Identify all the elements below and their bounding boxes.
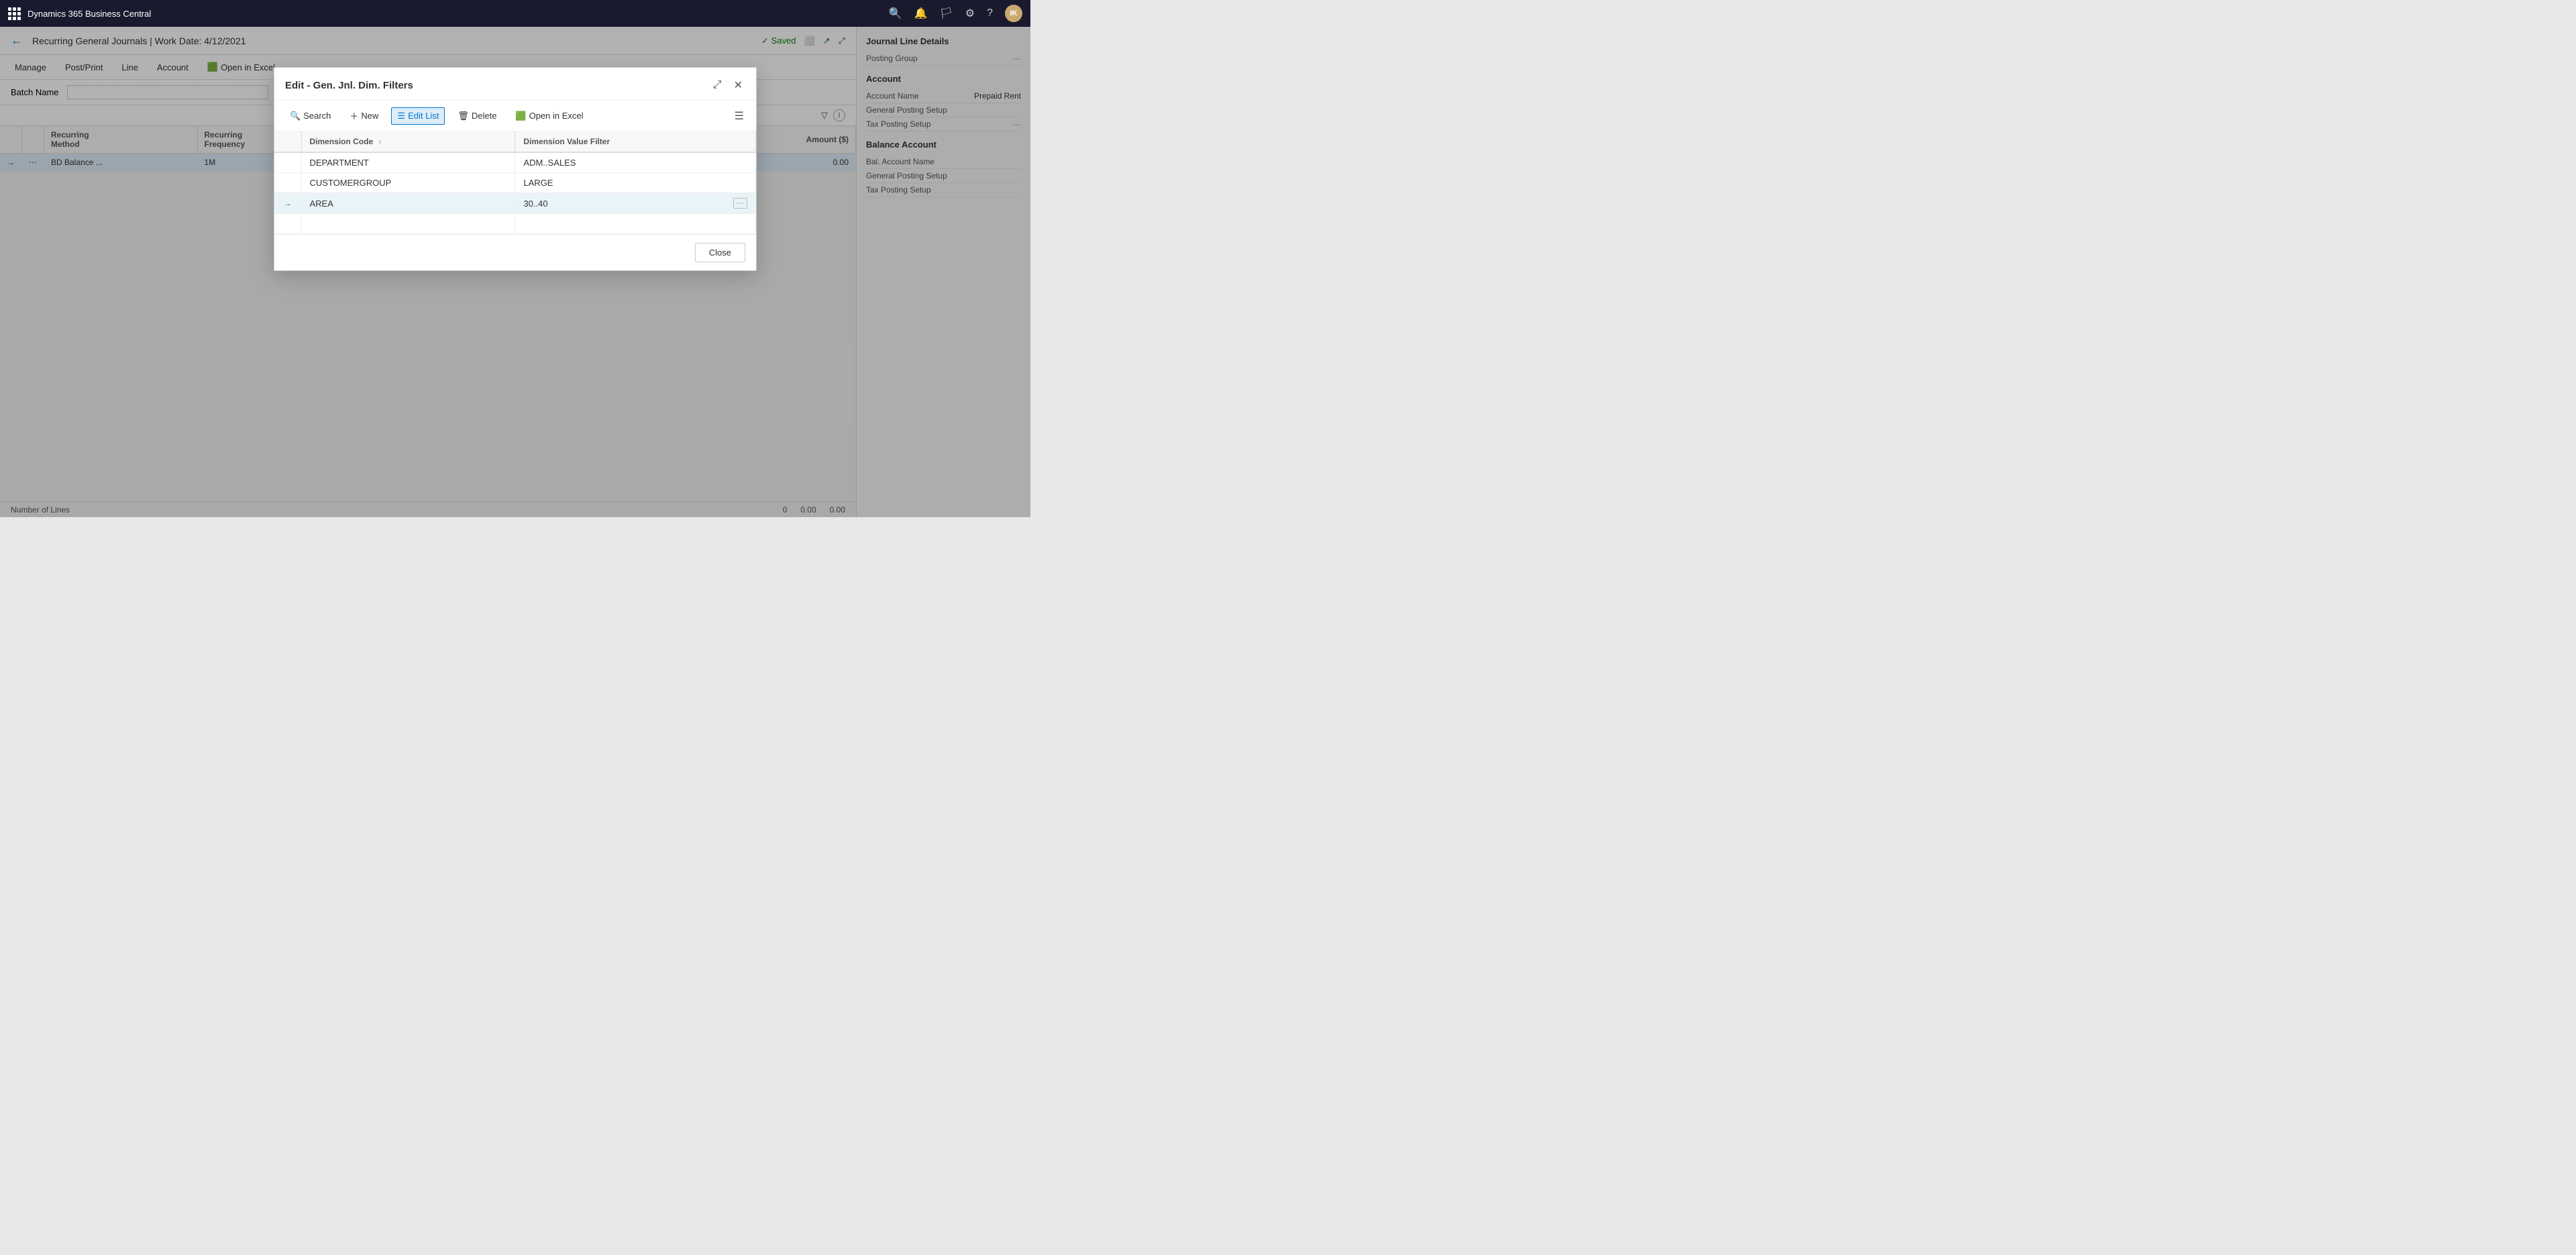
modal-delete-icon: 🗑 — [458, 111, 469, 121]
col-indicator-header — [274, 131, 301, 152]
modal-toolbar-right: ☰ — [732, 108, 747, 124]
topbar: Dynamics 365 Business Central 🔍 🔔 🏳 ⚙ ? … — [0, 0, 1030, 27]
row2-value-filter[interactable] — [515, 173, 756, 193]
modal-edit-list-icon: ☰ — [397, 111, 405, 121]
main-area: ← Recurring General Journals | Work Date… — [0, 27, 1030, 517]
avatar[interactable]: IK — [1005, 5, 1022, 22]
row3-indicator-cell: → — [274, 193, 301, 214]
modal-excel-icon: 🟩 — [515, 111, 526, 121]
table-row-empty — [274, 214, 756, 234]
modal-edit-list-button[interactable]: ☰ Edit List — [391, 107, 445, 125]
bookmark-icon[interactable]: 🏳 — [939, 7, 953, 20]
app-title: Dynamics 365 Business Central — [28, 9, 882, 19]
dimension-filters-table: Dimension Code ↑ Dimension Value Filter — [274, 131, 756, 234]
row2-value-input[interactable] — [523, 178, 747, 188]
empty-value-filter — [515, 214, 756, 234]
row1-dimension-code[interactable]: DEPARTMENT — [301, 152, 515, 173]
row3-ellipsis-button[interactable]: ··· — [733, 198, 747, 209]
modal-settings-button[interactable]: ☰ — [732, 108, 747, 124]
modal-search-button[interactable]: 🔍 Search — [284, 107, 337, 125]
search-icon[interactable]: 🔍 — [889, 7, 902, 20]
empty-dim-input[interactable] — [310, 219, 507, 229]
row1-indicator-cell — [274, 152, 301, 173]
modal-close-button[interactable]: ✕ — [731, 77, 745, 93]
row1-value-filter[interactable] — [515, 152, 756, 173]
modal-header: Edit - Gen. Jnl. Dim. Filters ⤢ ✕ — [274, 68, 756, 101]
app-menu-icon[interactable] — [8, 7, 21, 20]
row2-indicator-cell — [274, 173, 301, 193]
col-dimension-code-header: Dimension Code ↑ — [301, 131, 515, 152]
modal-new-button[interactable]: ＋ New — [343, 106, 384, 125]
modal-delete-button[interactable]: 🗑 Delete — [451, 107, 502, 125]
modal-new-icon: ＋ — [350, 109, 358, 122]
modal-body: Dimension Code ↑ Dimension Value Filter — [274, 131, 756, 234]
modal-footer: Close — [274, 234, 756, 270]
modal-overlay: Edit - Gen. Jnl. Dim. Filters ⤢ ✕ 🔍 Sear… — [0, 27, 1030, 517]
row3-value-filter[interactable]: ··· — [515, 193, 756, 214]
modal-open-in-excel-button[interactable]: 🟩 Open in Excel — [509, 107, 589, 125]
col-dimension-value-filter-header: Dimension Value Filter — [515, 131, 756, 152]
modal-close-footer-button[interactable]: Close — [695, 243, 745, 262]
empty-indicator — [274, 214, 301, 234]
modal-dialog: Edit - Gen. Jnl. Dim. Filters ⤢ ✕ 🔍 Sear… — [274, 67, 757, 271]
sort-asc-icon: ↑ — [378, 139, 382, 146]
table-row[interactable]: DEPARTMENT — [274, 152, 756, 173]
row1-value-input[interactable] — [523, 158, 747, 168]
table-row[interactable]: CUSTOMERGROUP — [274, 173, 756, 193]
modal-title: Edit - Gen. Jnl. Dim. Filters — [285, 80, 710, 91]
modal-search-icon: 🔍 — [290, 111, 301, 121]
table-row[interactable]: → AREA ··· — [274, 193, 756, 214]
help-icon[interactable]: ? — [987, 7, 993, 19]
topbar-icon-group: 🔍 🔔 🏳 ⚙ ? IK — [889, 5, 1022, 22]
empty-dim-code[interactable] — [301, 214, 515, 234]
row3-dimension-code[interactable]: AREA — [301, 193, 515, 214]
bell-icon[interactable]: 🔔 — [914, 7, 928, 20]
modal-expand-button[interactable]: ⤢ — [710, 78, 724, 93]
row2-dimension-code[interactable]: CUSTOMERGROUP — [301, 173, 515, 193]
modal-toolbar: 🔍 Search ＋ New ☰ Edit List 🗑 Delete 🟩 — [274, 101, 756, 131]
gear-icon[interactable]: ⚙ — [965, 7, 975, 20]
row3-value-input[interactable] — [523, 199, 731, 209]
modal-header-icons: ⤢ ✕ — [710, 77, 745, 93]
